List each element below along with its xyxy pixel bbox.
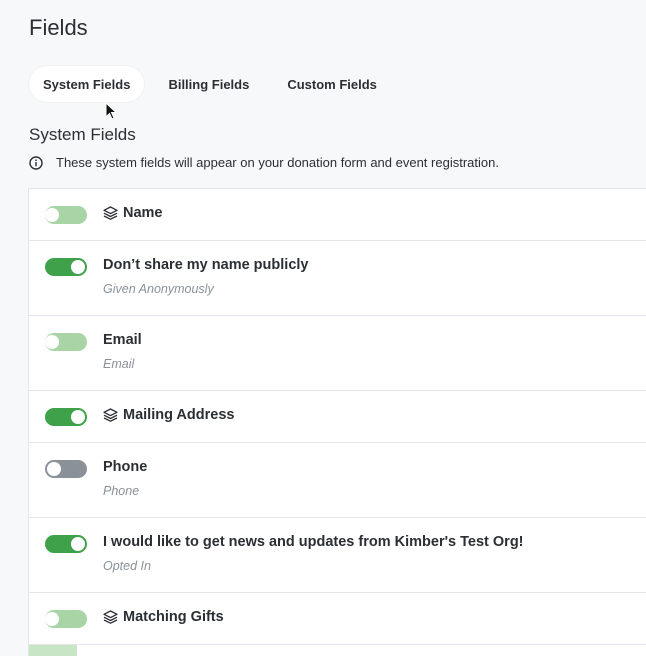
toggle-knob: [71, 537, 85, 551]
layers-icon: [103, 610, 118, 624]
info-message: These system fields will appear on your …: [29, 155, 499, 170]
toggle-knob: [45, 612, 59, 626]
toggle-matching-gifts[interactable]: [45, 610, 87, 628]
next-row-toggle-partial: [29, 645, 77, 656]
field-sublabel-phone: Phone: [103, 484, 140, 498]
toggle-opt-in[interactable]: [45, 535, 87, 553]
field-label-matching-gifts: Matching Gifts: [103, 609, 224, 625]
field-row-anonymous: Don’t share my name publicly Given Anony…: [29, 241, 646, 316]
field-name-text: Phone: [103, 459, 148, 475]
field-sublabel-anonymous: Given Anonymously: [103, 282, 214, 296]
field-name-text: Don’t share my name publicly: [103, 257, 309, 273]
mouse-cursor-icon: [105, 102, 118, 120]
field-sublabel-email: Email: [103, 357, 135, 371]
field-label-email: Email: [103, 332, 142, 348]
field-name-text: Matching Gifts: [123, 609, 224, 625]
toggle-phone[interactable]: [45, 460, 87, 478]
page-title: Fields: [29, 15, 88, 40]
toggle-mailing-address[interactable]: [45, 408, 87, 426]
layers-icon: [103, 408, 118, 422]
field-sublabel-opt-in: Opted In: [103, 559, 151, 573]
toggle-knob: [71, 260, 85, 274]
toggle-knob: [47, 462, 61, 476]
toggle-knob: [45, 335, 59, 349]
field-row-email: Email Email: [29, 316, 646, 391]
field-name-text: Mailing Address: [123, 407, 235, 423]
field-name-text: I would like to get news and updates fro…: [103, 534, 524, 550]
toggle-anonymous[interactable]: [45, 258, 87, 276]
field-label-name: Name: [103, 205, 163, 221]
field-name-text: Email: [103, 332, 142, 348]
info-text: These system fields will appear on your …: [56, 155, 499, 170]
tab-billing-fields[interactable]: Billing Fields: [154, 66, 263, 102]
field-label-anonymous: Don’t share my name publicly: [103, 257, 308, 273]
tab-custom-fields[interactable]: Custom Fields: [273, 66, 391, 102]
field-name-text: Name: [123, 205, 163, 221]
fields-card: Name Don’t share my name publicly Given …: [28, 188, 646, 656]
field-label-opt-in: I would like to get news and updates fro…: [103, 534, 524, 550]
toggle-name[interactable]: [45, 206, 87, 224]
toggle-knob: [45, 208, 59, 222]
field-label-mailing-address: Mailing Address: [103, 407, 234, 423]
field-row-opt-in: I would like to get news and updates fro…: [29, 518, 646, 593]
tab-system-fields[interactable]: System Fields: [29, 66, 145, 102]
field-row-phone: Phone Phone: [29, 443, 646, 518]
section-title: System Fields: [29, 125, 136, 144]
field-label-phone: Phone: [103, 459, 147, 475]
field-row-mailing-address: Mailing Address: [29, 391, 646, 443]
tab-bar: System Fields Billing Fields Custom Fiel…: [29, 66, 401, 102]
toggle-knob: [71, 410, 85, 424]
field-row-matching-gifts: Matching Gifts: [29, 593, 646, 645]
toggle-email[interactable]: [45, 333, 87, 351]
info-icon: [29, 155, 43, 170]
layers-icon: [103, 206, 118, 220]
field-row-name: Name: [29, 189, 646, 241]
